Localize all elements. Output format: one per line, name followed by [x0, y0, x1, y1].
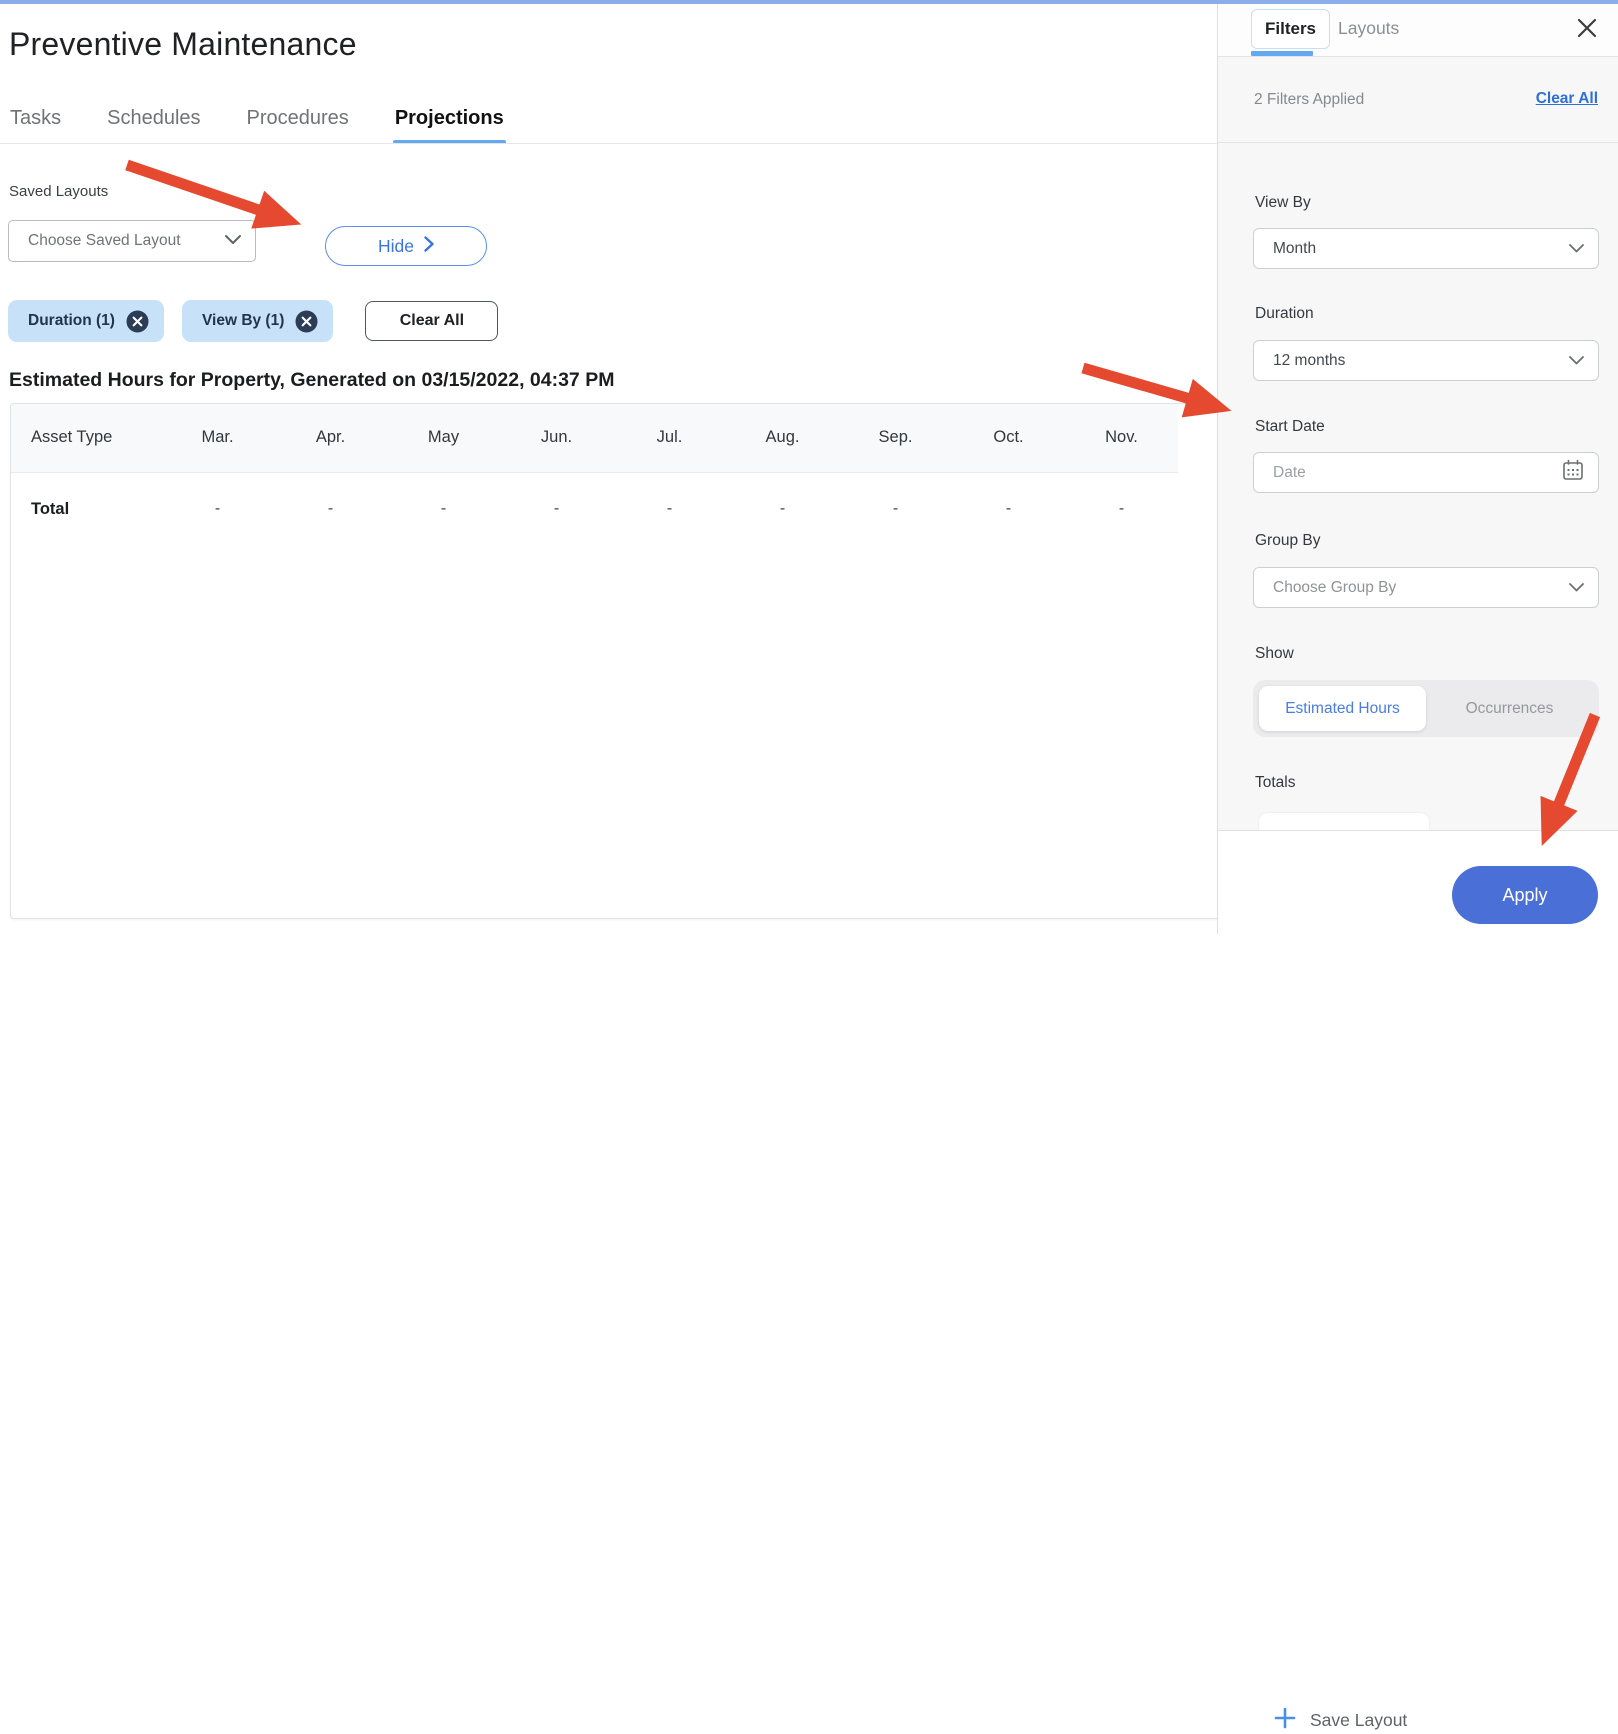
total-row-label: Total [31, 499, 70, 518]
chevron-right-icon [424, 235, 434, 257]
duration-value: 12 months [1273, 351, 1346, 369]
column-header-month: Oct. [952, 404, 1065, 473]
table-cell: - [553, 500, 560, 518]
saved-layout-placeholder: Choose Saved Layout [28, 232, 181, 249]
page-title: Preventive Maintenance [9, 26, 357, 62]
hide-button-label: Hide [378, 235, 414, 256]
table-row-total: Total - - - - - - - - - [11, 472, 1178, 546]
column-header-month: Apr. [274, 404, 387, 473]
tab-projections[interactable]: Projections [392, 107, 506, 144]
saved-layout-select[interactable]: Choose Saved Layout [8, 220, 256, 262]
main-content: Preventive Maintenance Tasks Schedules P… [0, 4, 1595, 934]
column-header-asset-type: Asset Type [11, 404, 161, 473]
column-header-month: May [387, 404, 500, 473]
panel-tab-active-underline [1251, 51, 1313, 56]
start-date-label: Start Date [1255, 418, 1325, 435]
totals-label: Totals [1255, 774, 1296, 791]
column-header-month: Aug. [726, 404, 839, 473]
group-by-placeholder: Choose Group By [1273, 578, 1397, 596]
panel-tab-filters[interactable]: Filters [1251, 9, 1331, 49]
duration-select[interactable]: 12 months [1253, 340, 1599, 381]
filters-panel-header: Filters Layouts [1218, 0, 1618, 57]
start-date-input[interactable] [1273, 463, 1523, 482]
chip-duration[interactable]: Duration (1) [8, 300, 164, 342]
show-option-occurrences[interactable]: Occurrences [1426, 686, 1593, 731]
tab-tasks[interactable]: Tasks [10, 107, 61, 144]
tab-procedures[interactable]: Procedures [247, 107, 349, 144]
table-cell: - [214, 500, 221, 518]
show-option-estimated-hours[interactable]: Estimated Hours [1259, 686, 1426, 731]
column-header-month: Jun. [500, 404, 613, 473]
column-header-month: Nov. [1065, 404, 1178, 473]
remove-filter-icon[interactable] [295, 310, 318, 333]
panel-footer: Save Layout Apply [1218, 830, 1618, 1730]
table-cell: - [1118, 500, 1125, 518]
table-cell: - [666, 500, 673, 518]
applied-filter-chips: Duration (1) View By (1) Clear All [8, 300, 499, 342]
saved-layouts-label: Saved Layouts [9, 183, 109, 200]
clear-all-filters-button[interactable]: Clear All [365, 301, 499, 341]
calendar-icon[interactable] [1562, 459, 1584, 486]
clear-all-link[interactable]: Clear All [1536, 90, 1598, 108]
totals-toggle-partial[interactable] [1259, 813, 1429, 830]
remove-filter-icon[interactable] [126, 310, 149, 333]
filters-applied-count: 2 Filters Applied [1254, 91, 1365, 108]
table-cell: - [440, 500, 447, 518]
view-by-value: Month [1273, 239, 1317, 257]
filters-panel: Filters Layouts 2 Filters Applied Clear … [1217, 0, 1618, 1730]
tab-schedules[interactable]: Schedules [107, 107, 200, 144]
view-by-label: View By [1255, 194, 1311, 211]
table-cell: - [327, 500, 334, 518]
table-cell: - [1005, 500, 1012, 518]
chevron-down-icon [1569, 579, 1584, 597]
report-title: Estimated Hours for Property, Generated … [9, 369, 615, 391]
applied-filters-row: 2 Filters Applied Clear All [1218, 57, 1618, 143]
table-cell: - [779, 500, 786, 518]
primary-tabs: Tasks Schedules Procedures Projections [10, 107, 506, 144]
window-top-strip [0, 0, 1618, 4]
close-icon[interactable] [1573, 14, 1601, 42]
chevron-down-icon [1569, 352, 1584, 370]
projections-table: Asset Type Mar. Apr. May Jun. Jul. Aug. … [11, 404, 1178, 546]
hide-panel-button[interactable]: Hide [325, 226, 487, 266]
apply-button[interactable]: Apply [1452, 866, 1598, 924]
column-header-month: Jul. [613, 404, 726, 473]
column-header-month: Mar. [161, 404, 274, 473]
start-date-field[interactable] [1253, 452, 1599, 493]
chevron-down-icon [1569, 240, 1584, 258]
view-by-select[interactable]: Month [1253, 228, 1599, 269]
show-label: Show [1255, 645, 1294, 662]
save-layout-label: Save Layout [1310, 1710, 1408, 1730]
group-by-label: Group By [1255, 532, 1321, 549]
chip-view-by-label: View By (1) [201, 312, 285, 329]
show-toggle: Estimated Hours Occurrences [1253, 680, 1599, 737]
chip-view-by[interactable]: View By (1) [181, 300, 334, 342]
column-header-month: Sep. [839, 404, 952, 473]
group-by-select[interactable]: Choose Group By [1253, 567, 1599, 608]
plus-icon [1274, 1707, 1296, 1734]
save-layout-button[interactable]: Save Layout [1274, 1707, 1407, 1734]
duration-label: Duration [1255, 305, 1314, 322]
chip-duration-label: Duration (1) [28, 312, 115, 329]
table-cell: - [892, 500, 899, 518]
table-header-row: Asset Type Mar. Apr. May Jun. Jul. Aug. … [11, 404, 1178, 473]
panel-tab-layouts[interactable]: Layouts [1338, 18, 1399, 39]
chevron-down-icon [225, 232, 241, 250]
tabs-divider [0, 143, 1217, 144]
